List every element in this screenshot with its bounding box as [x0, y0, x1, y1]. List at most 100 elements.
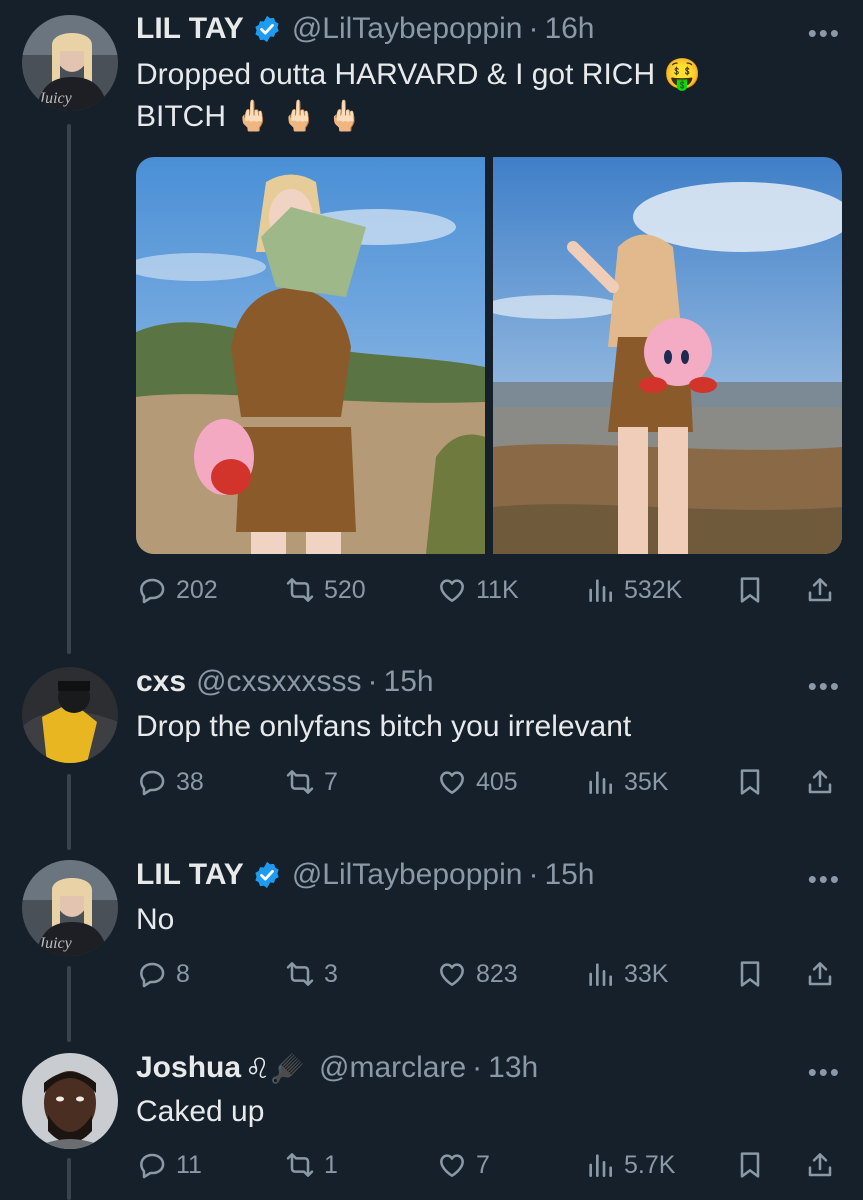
- timestamp[interactable]: 15h: [544, 858, 594, 892]
- photo-2[interactable]: [493, 157, 842, 554]
- views-icon: [584, 958, 616, 990]
- author-handle[interactable]: @LilTaybepoppin: [292, 12, 523, 46]
- like-count: 7: [476, 1150, 490, 1179]
- svg-text:Juicy: Juicy: [38, 90, 73, 107]
- tweet-actions: 202 520 11K 532K: [136, 574, 836, 614]
- tweet-text: Drop the onlyfans bitch you irrelevant: [136, 710, 632, 743]
- author-name[interactable]: LIL TAY: [136, 858, 244, 892]
- share-icon: [804, 1149, 836, 1181]
- views-icon: [584, 766, 616, 798]
- tweet-actions: 38 7 405 35K: [136, 766, 836, 806]
- views-button[interactable]: 35K: [584, 766, 668, 798]
- tweet-2[interactable]: cxs @cxsxxxsss · 15h ••• Drop the onlyfa…: [0, 655, 863, 845]
- reply-button[interactable]: 11: [136, 1149, 202, 1181]
- more-options-button[interactable]: •••: [808, 18, 841, 49]
- views-button[interactable]: 33K: [584, 958, 668, 990]
- reply-count: 11: [176, 1150, 202, 1179]
- tweet-4[interactable]: Joshua ♌🪮 @marclare · 13h ••• Caked up 1…: [0, 1041, 863, 1200]
- reply-icon: [136, 1149, 168, 1181]
- share-icon: [804, 766, 836, 798]
- photo-1[interactable]: [136, 157, 485, 554]
- verified-badge-icon: [252, 860, 282, 890]
- reply-icon: [136, 574, 168, 606]
- bookmark-button[interactable]: [734, 766, 766, 798]
- reply-button[interactable]: 38: [136, 766, 204, 798]
- views-icon: [584, 574, 616, 606]
- like-count: 823: [476, 959, 518, 988]
- bookmark-button[interactable]: [734, 958, 766, 990]
- like-count: 405: [476, 767, 518, 796]
- tweet-actions: 8 3 823 33K: [136, 958, 836, 998]
- views-button[interactable]: 5.7K: [584, 1149, 675, 1181]
- author-handle[interactable]: @cxsxxxsss: [196, 665, 361, 699]
- share-button[interactable]: [804, 958, 836, 990]
- views-icon: [584, 1149, 616, 1181]
- like-button[interactable]: 7: [436, 1149, 490, 1181]
- share-icon: [804, 574, 836, 606]
- author-handle[interactable]: @LilTaybepoppin: [292, 858, 523, 892]
- views-count: 33K: [624, 959, 669, 988]
- name-emoji: ♌🪮: [245, 1052, 305, 1084]
- reply-icon: [136, 766, 168, 798]
- author-handle[interactable]: @marclare: [319, 1051, 466, 1085]
- repost-button[interactable]: 520: [284, 574, 366, 606]
- more-options-button[interactable]: •••: [808, 864, 841, 895]
- reply-count: 8: [176, 959, 190, 988]
- bookmark-button[interactable]: [734, 574, 766, 606]
- tweet-1[interactable]: Juicy LIL TAY @LilTaybepoppin · 16h ••• …: [0, 0, 863, 650]
- repost-button[interactable]: 1: [284, 1149, 338, 1181]
- timestamp[interactable]: 15h: [384, 665, 434, 699]
- repost-icon: [284, 1149, 316, 1181]
- tweet-media[interactable]: [136, 157, 842, 554]
- tweet-text: Caked up: [136, 1095, 265, 1128]
- like-count: 11K: [476, 575, 519, 604]
- like-button[interactable]: 405: [436, 766, 518, 798]
- author-name[interactable]: LIL TAY: [136, 12, 244, 46]
- reply-button[interactable]: 8: [136, 958, 190, 990]
- share-button[interactable]: [804, 574, 836, 606]
- avatar[interactable]: Juicy: [22, 15, 118, 111]
- repost-button[interactable]: 7: [284, 766, 338, 798]
- bookmark-icon: [734, 574, 766, 606]
- tweet-actions: 11 1 7 5.7K: [136, 1149, 836, 1189]
- repost-count: 7: [324, 767, 338, 796]
- separator: ·: [528, 12, 539, 45]
- avatar[interactable]: Juicy: [22, 860, 118, 956]
- avatar[interactable]: [22, 667, 118, 763]
- views-count: 35K: [624, 767, 669, 796]
- heart-icon: [436, 958, 468, 990]
- verified-badge-icon: [252, 14, 282, 44]
- views-count: 5.7K: [624, 1150, 676, 1179]
- repost-button[interactable]: 3: [284, 958, 338, 990]
- separator: ·: [528, 858, 539, 891]
- repost-count: 1: [324, 1150, 338, 1179]
- more-options-button[interactable]: •••: [808, 671, 841, 702]
- separator: ·: [367, 665, 378, 698]
- bookmark-icon: [734, 1149, 766, 1181]
- timestamp[interactable]: 13h: [488, 1051, 538, 1085]
- views-button[interactable]: 532K: [584, 574, 682, 606]
- heart-icon: [436, 574, 468, 606]
- author-name[interactable]: cxs: [136, 665, 186, 699]
- repost-icon: [284, 574, 316, 606]
- reply-count: 202: [176, 575, 218, 604]
- bookmark-icon: [734, 766, 766, 798]
- repost-icon: [284, 766, 316, 798]
- repost-count: 520: [324, 575, 366, 604]
- like-button[interactable]: 823: [436, 958, 518, 990]
- timestamp[interactable]: 16h: [544, 12, 594, 46]
- author-name[interactable]: Joshua: [136, 1051, 241, 1085]
- tweet-3[interactable]: Juicy LIL TAY @LilTaybepoppin · 15h ••• …: [0, 848, 863, 1038]
- reply-icon: [136, 958, 168, 990]
- avatar[interactable]: [22, 1053, 118, 1149]
- bookmark-button[interactable]: [734, 1149, 766, 1181]
- bookmark-icon: [734, 958, 766, 990]
- tweet-text: Dropped outta HARVARD & I got RICH 🤑 BIT…: [136, 58, 701, 133]
- share-button[interactable]: [804, 766, 836, 798]
- svg-text:Juicy: Juicy: [38, 935, 73, 952]
- like-button[interactable]: 11K: [436, 574, 519, 606]
- share-button[interactable]: [804, 1149, 836, 1181]
- more-options-button[interactable]: •••: [808, 1057, 841, 1088]
- reply-button[interactable]: 202: [136, 574, 218, 606]
- tweet-text: No: [136, 903, 175, 936]
